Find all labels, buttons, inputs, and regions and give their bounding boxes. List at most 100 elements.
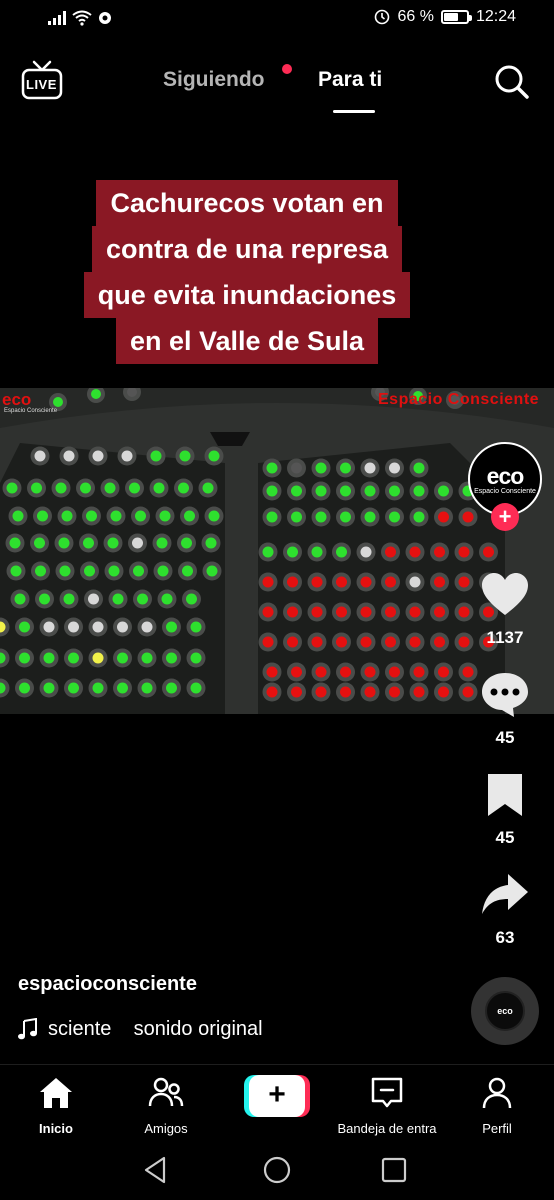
battery-fill bbox=[443, 13, 459, 21]
seat-light bbox=[434, 606, 445, 618]
seat-light bbox=[262, 546, 274, 558]
tab-following[interactable]: Siguiendo bbox=[163, 68, 265, 92]
seat-light bbox=[360, 546, 372, 558]
seat-light bbox=[364, 666, 376, 678]
seat-light bbox=[181, 537, 192, 549]
seat-light bbox=[340, 666, 351, 678]
seat-light bbox=[291, 462, 302, 474]
sound-disc-cover: eco bbox=[485, 991, 525, 1031]
seat-light bbox=[10, 565, 22, 577]
seat-light bbox=[141, 621, 153, 633]
seat-light bbox=[186, 593, 197, 605]
seat-light bbox=[287, 546, 298, 558]
tab-profile[interactable]: Perfil bbox=[442, 1075, 552, 1136]
seat-light bbox=[91, 389, 101, 399]
live-button[interactable]: LIVE bbox=[20, 60, 64, 100]
seat-light bbox=[266, 686, 278, 698]
seat-light bbox=[291, 485, 302, 497]
like-button[interactable]: 1137 bbox=[466, 570, 544, 648]
search-button[interactable] bbox=[494, 64, 530, 100]
share-button[interactable]: 63 bbox=[466, 870, 544, 948]
tab-inbox[interactable]: Bandeja de entra bbox=[332, 1075, 442, 1136]
seat-light bbox=[311, 576, 323, 588]
seat-light bbox=[483, 546, 494, 558]
seat-light bbox=[291, 666, 302, 678]
seat-light bbox=[364, 485, 376, 497]
seat-light bbox=[58, 537, 70, 549]
seat-light bbox=[262, 636, 274, 648]
tab-inbox-label: Bandeja de entra bbox=[337, 1121, 437, 1136]
seat-light bbox=[55, 482, 67, 494]
seat-light bbox=[413, 686, 425, 698]
tab-home[interactable]: Inicio bbox=[1, 1075, 111, 1136]
like-count: 1137 bbox=[486, 628, 524, 647]
settings-notification-icon bbox=[99, 12, 111, 24]
seat-light bbox=[409, 576, 421, 588]
seat-light bbox=[121, 450, 133, 462]
tab-for-you[interactable]: Para ti bbox=[318, 68, 382, 92]
back-icon[interactable] bbox=[140, 1154, 172, 1186]
seat-light bbox=[166, 682, 177, 694]
comment-button[interactable]: 45 bbox=[466, 670, 544, 748]
battery-icon bbox=[440, 10, 472, 24]
seat-light bbox=[184, 510, 195, 522]
seat-light bbox=[208, 510, 220, 522]
active-tab-indicator bbox=[333, 110, 375, 113]
seat-light bbox=[12, 510, 24, 522]
recents-icon[interactable] bbox=[378, 1154, 410, 1186]
seat-light bbox=[202, 482, 214, 494]
seat-light bbox=[364, 462, 376, 474]
seat-light bbox=[409, 636, 421, 648]
seat-light bbox=[6, 482, 18, 494]
seat-light bbox=[434, 546, 445, 558]
friends-icon bbox=[148, 1077, 184, 1107]
wifi-icon bbox=[72, 10, 92, 26]
seat-light bbox=[68, 621, 79, 633]
seat-light bbox=[315, 686, 327, 698]
video-caption: Cachurecos votan en contra de una repres… bbox=[70, 180, 424, 364]
creator-username[interactable]: espacioconsciente bbox=[18, 973, 197, 996]
alarm-icon bbox=[375, 9, 390, 25]
seat-light bbox=[311, 606, 323, 618]
sound-disc[interactable]: eco bbox=[471, 977, 539, 1045]
seat-light bbox=[63, 450, 75, 462]
live-label: LIVE bbox=[26, 77, 57, 92]
seat-light bbox=[14, 593, 26, 605]
seat-light bbox=[266, 462, 278, 474]
tab-friends[interactable]: Amigos bbox=[111, 1075, 221, 1136]
seat-light bbox=[68, 682, 79, 694]
seat-light bbox=[43, 682, 55, 694]
seat-light bbox=[86, 510, 97, 522]
seat-light bbox=[389, 511, 400, 523]
tab-profile-label: Perfil bbox=[482, 1121, 512, 1136]
video-player[interactable]: eco Espacio Consciente Espacio Conscient… bbox=[0, 388, 554, 714]
seat-light bbox=[43, 652, 55, 664]
clock: 12:24 bbox=[475, 8, 516, 25]
seat-light bbox=[137, 593, 148, 605]
watermark-subtitle: Espacio Consciente bbox=[4, 408, 58, 414]
seat-light bbox=[19, 621, 30, 633]
seat-light bbox=[159, 510, 171, 522]
comment-count: 45 bbox=[495, 728, 515, 747]
watermark-logo: eco bbox=[2, 390, 32, 409]
seat-light bbox=[291, 511, 302, 523]
follow-button[interactable]: + bbox=[491, 503, 519, 531]
sound-row[interactable]: sciente sonido original bbox=[18, 1016, 458, 1042]
seat-light bbox=[9, 537, 21, 549]
seat-light bbox=[438, 686, 449, 698]
seat-light bbox=[315, 666, 327, 678]
seat-light bbox=[92, 450, 104, 462]
home-circle-icon[interactable] bbox=[261, 1154, 293, 1186]
seat-light bbox=[413, 462, 425, 474]
seat-light bbox=[364, 511, 376, 523]
top-navigation: LIVE Siguiendo Para ti bbox=[0, 50, 554, 120]
create-button[interactable]: + bbox=[244, 1075, 310, 1117]
avatar-logo-text: eco bbox=[486, 463, 525, 489]
parliament-vote-board bbox=[0, 388, 554, 714]
seat-light bbox=[315, 485, 327, 497]
avatar-logo-subtitle: Espacio Consciente bbox=[474, 488, 536, 495]
save-button[interactable]: 45 bbox=[466, 770, 544, 848]
seat-light bbox=[80, 482, 91, 494]
seat-light bbox=[262, 606, 274, 618]
seat-light bbox=[413, 666, 425, 678]
